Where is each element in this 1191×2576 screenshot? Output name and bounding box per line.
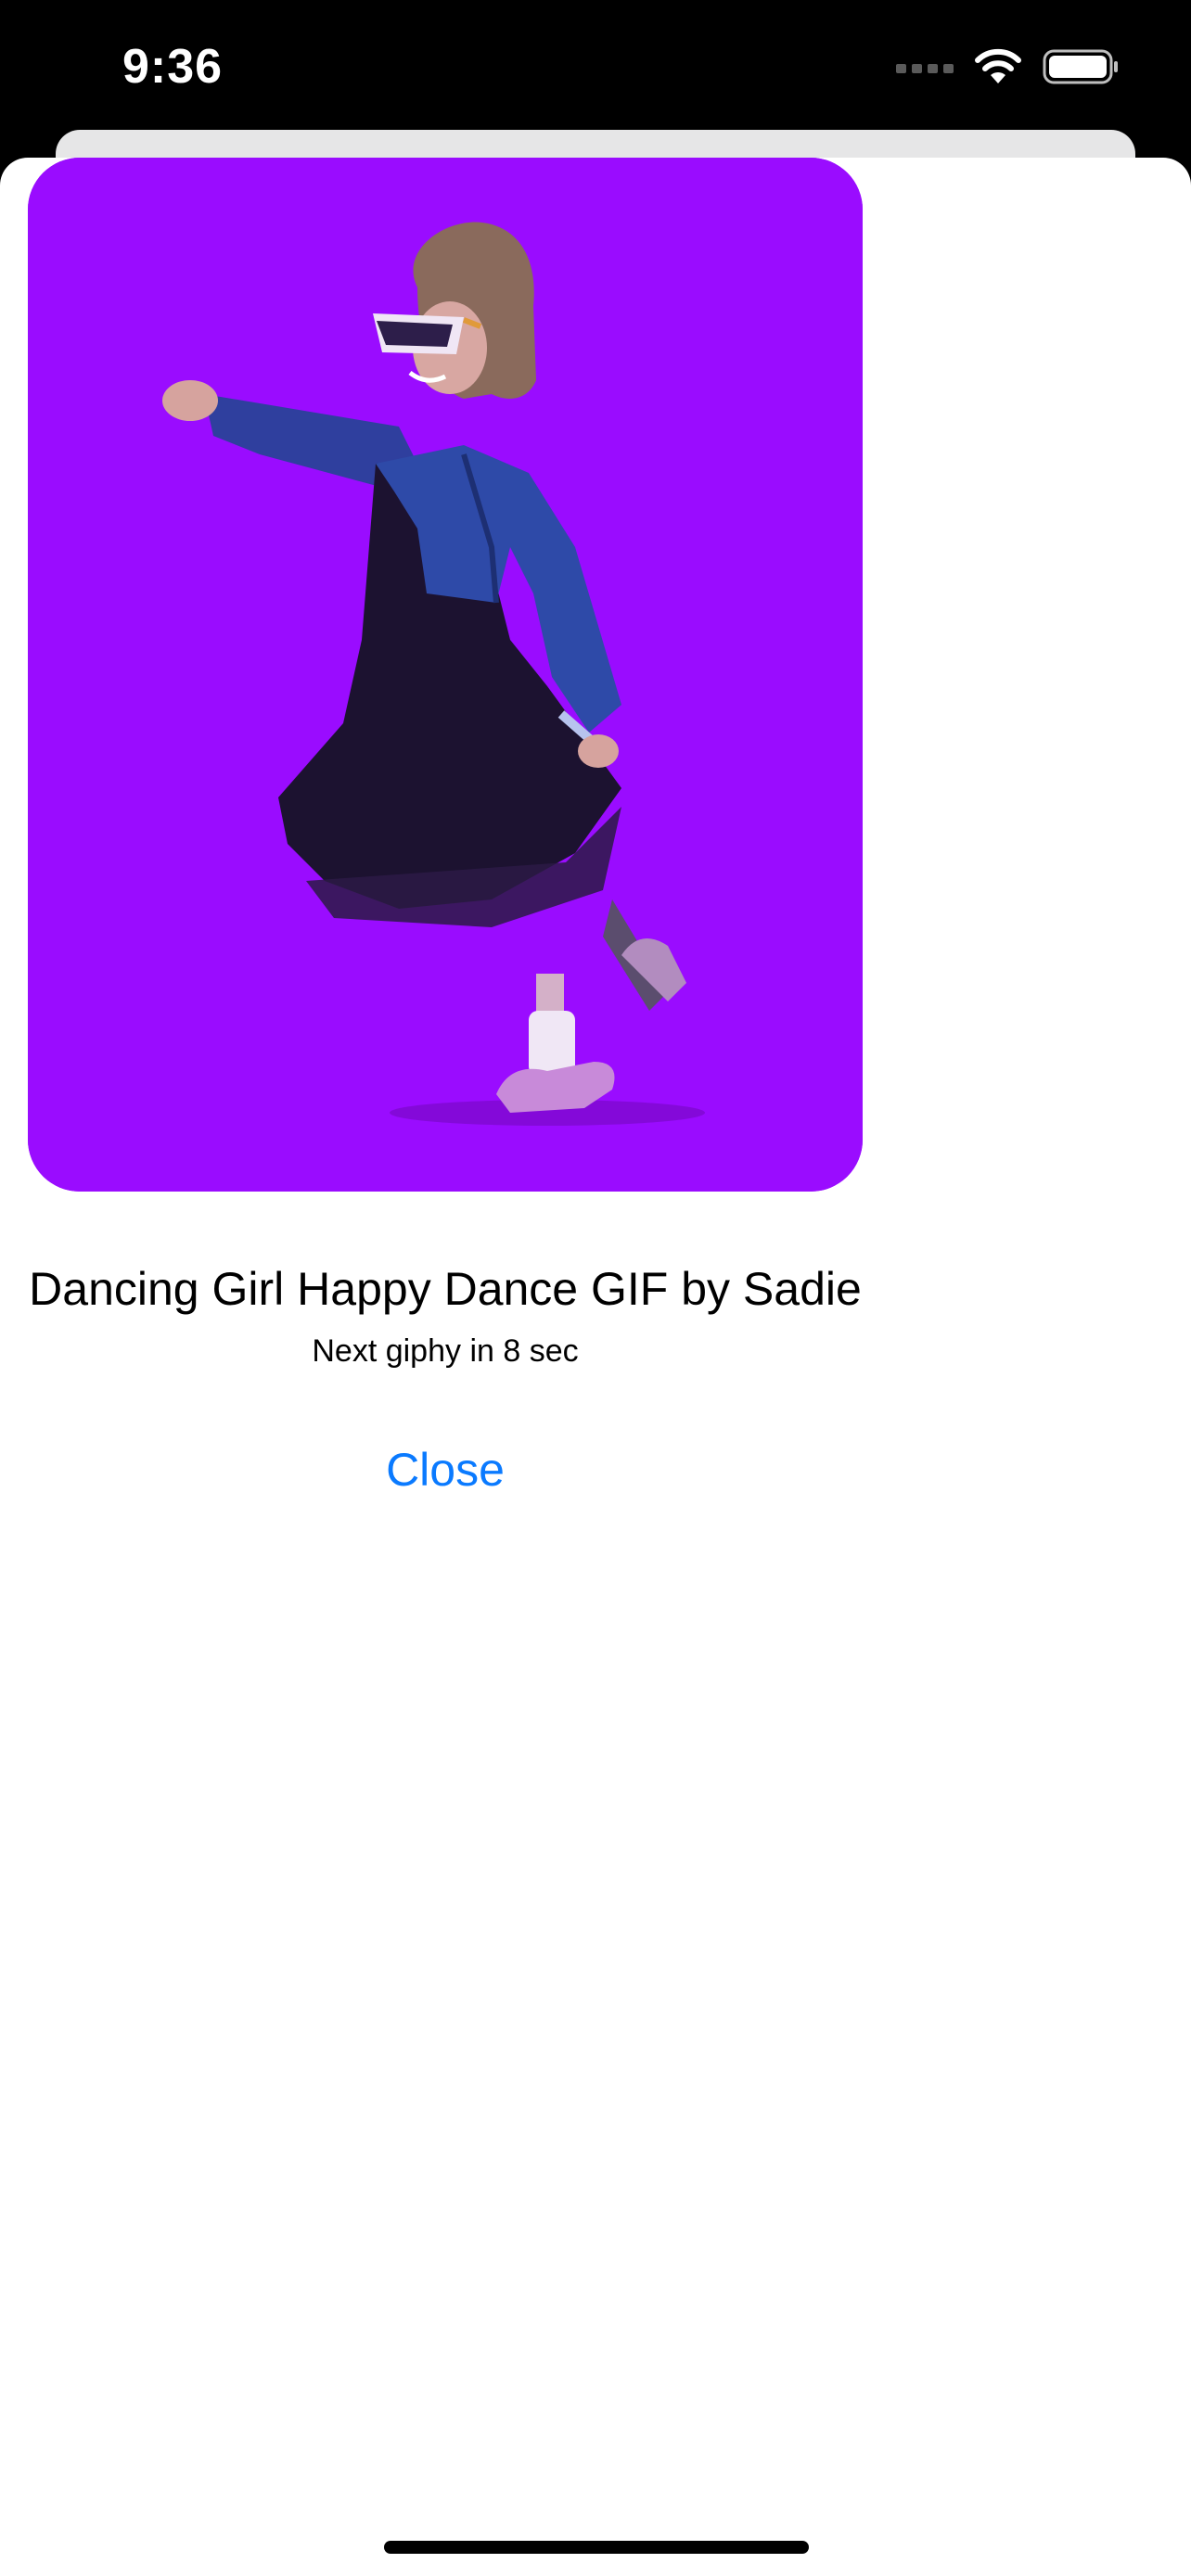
next-gif-countdown: Next giphy in 8 sec — [312, 1333, 579, 1369]
gif-image — [28, 158, 863, 1192]
status-bar: 9:36 — [0, 0, 1191, 139]
cellular-signal-icon — [896, 60, 954, 78]
gif-title: Dancing Girl Happy Dance GIF by Sadie — [29, 1263, 862, 1315]
battery-icon — [1043, 48, 1119, 90]
wifi-icon — [974, 48, 1022, 90]
status-time: 9:36 — [122, 40, 224, 94]
gif-sheet: Dancing Girl Happy Dance GIF by Sadie Ne… — [0, 158, 1191, 2576]
close-button[interactable]: Close — [306, 1433, 584, 1507]
status-icons — [896, 48, 1119, 89]
home-indicator[interactable] — [384, 2541, 809, 2554]
